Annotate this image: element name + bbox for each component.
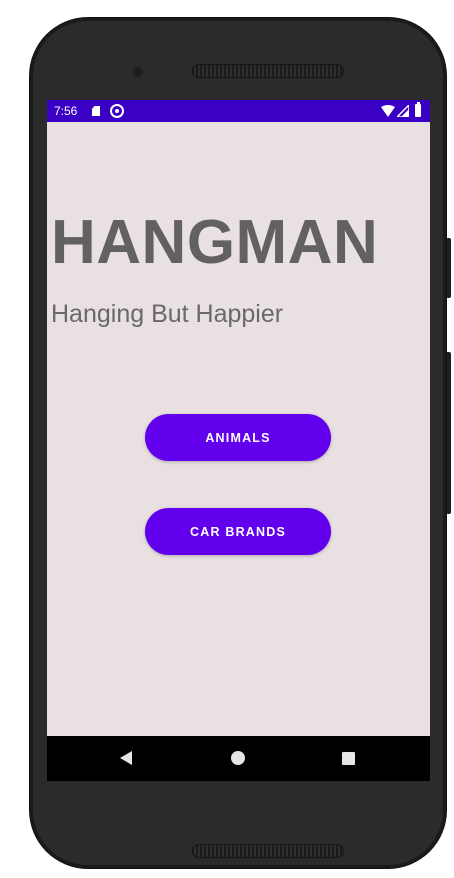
navigation-bar — [47, 736, 430, 781]
home-icon[interactable] — [231, 751, 245, 765]
earpiece-speaker — [192, 64, 344, 78]
cell-signal-icon — [397, 105, 409, 117]
app-subtitle: Hanging But Happier — [51, 300, 284, 328]
animals-button[interactable]: ANIMALS — [145, 414, 331, 461]
app-title: HANGMAN — [51, 208, 379, 277]
device-screen: 7:56 HANGMAN Hanging But Happier ANIMALS… — [47, 100, 430, 781]
wifi-icon — [381, 105, 395, 117]
car-brands-button[interactable]: CAR BRANDS — [145, 508, 331, 555]
recents-icon[interactable] — [342, 752, 355, 765]
volume-rocker[interactable] — [446, 352, 451, 514]
status-time: 7:56 — [54, 104, 78, 118]
power-button[interactable] — [446, 238, 451, 298]
sd-card-icon — [92, 106, 100, 116]
bottom-speaker — [192, 844, 344, 858]
battery-icon — [415, 102, 421, 117]
back-icon[interactable] — [120, 751, 132, 765]
sync-icon — [110, 104, 124, 118]
status-bar: 7:56 — [47, 100, 430, 122]
front-camera — [134, 68, 142, 76]
